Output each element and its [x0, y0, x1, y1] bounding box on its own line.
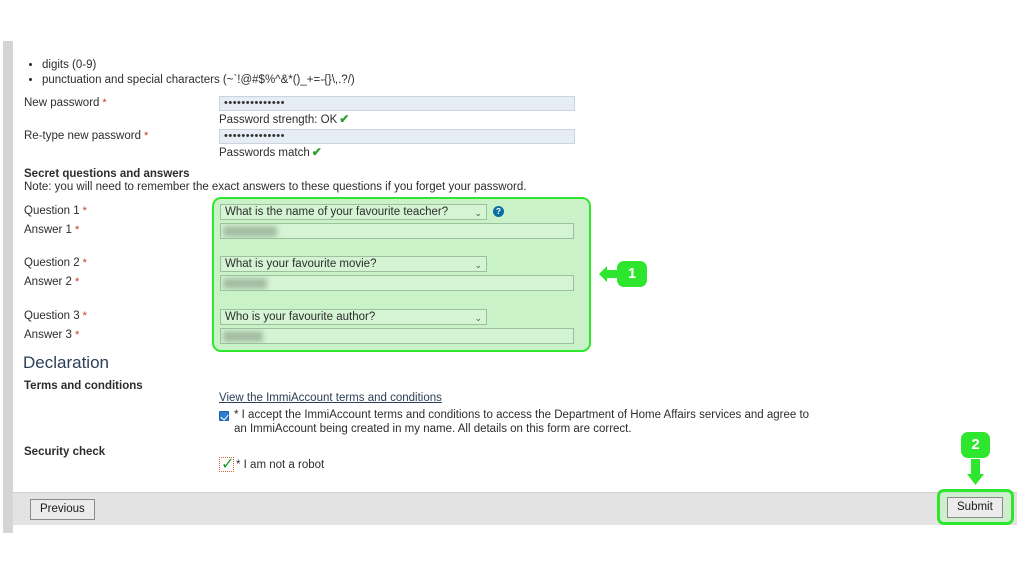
password-strength-hint: Password strength: OK ✔ [219, 112, 350, 126]
required-marker: * [74, 329, 80, 341]
previous-button[interactable]: Previous [30, 499, 95, 520]
annotation-badge-2: 2 [961, 432, 990, 458]
submit-button[interactable]: Submit [947, 497, 1003, 518]
form-footer-bar [13, 492, 1017, 525]
required-marker: * [74, 224, 80, 236]
required-marker: * [82, 257, 87, 269]
passwords-match-hint: Passwords match ✔ [219, 145, 322, 159]
password-rules-list: digits (0-9) punctuation and special cha… [24, 58, 355, 88]
not-a-robot-label: * I am not a robot [236, 459, 325, 471]
redacted-answer [223, 226, 277, 237]
redacted-answer [223, 331, 263, 342]
annotation-arrow-2 [967, 459, 984, 485]
password-rule-item: digits (0-9) [42, 58, 355, 73]
check-icon: ✔ [339, 112, 350, 126]
redacted-answer [223, 278, 267, 289]
required-marker: * [82, 205, 87, 217]
check-icon: ✔ [311, 145, 322, 159]
not-a-robot-checkbox[interactable]: ✓ [219, 454, 235, 473]
terms-and-conditions-label: Terms and conditions [24, 380, 143, 392]
question-3-select[interactable]: Who is your favourite author? ⌄ [220, 309, 487, 325]
secret-questions-heading: Secret questions and answers [24, 168, 190, 180]
answer-1-input[interactable] [220, 223, 574, 239]
required-marker: * [74, 276, 80, 288]
retype-password-label: Re-type new password * [24, 130, 149, 142]
new-password-label: New password * [24, 97, 107, 109]
declaration-heading: Declaration [23, 353, 109, 372]
question-2-label: Question 2 * [24, 257, 87, 269]
answer-2-input[interactable] [220, 275, 574, 291]
chevron-down-icon: ⌄ [474, 208, 482, 218]
terms-and-conditions-link[interactable]: View the ImmiAccount terms and condition… [219, 392, 442, 404]
accept-terms-checkbox[interactable] [219, 411, 229, 421]
accept-terms-text: * I accept the ImmiAccount terms and con… [234, 409, 810, 435]
chevron-down-icon: ⌄ [474, 313, 482, 323]
retype-password-input[interactable]: •••••••••••••• [219, 129, 575, 144]
question-3-label: Question 3 * [24, 310, 87, 322]
required-marker: * [82, 310, 87, 322]
check-icon: ✓ [221, 454, 235, 473]
required-marker: * [143, 130, 149, 142]
question-2-select[interactable]: What is your favourite movie? ⌄ [220, 256, 487, 272]
help-icon[interactable]: ? [493, 206, 504, 217]
answer-2-label: Answer 2 * [24, 276, 80, 288]
secret-questions-note: Note: you will need to remember the exac… [24, 181, 527, 193]
question-1-label: Question 1 * [24, 205, 87, 217]
password-rule-item: punctuation and special characters (~`!@… [42, 73, 355, 88]
new-password-input[interactable]: •••••••••••••• [219, 96, 575, 111]
answer-3-input[interactable] [220, 328, 574, 344]
question-1-select[interactable]: What is the name of your favourite teach… [220, 204, 487, 220]
chevron-down-icon: ⌄ [474, 260, 482, 270]
page-gutter [3, 41, 13, 533]
required-marker: * [102, 97, 107, 109]
security-check-heading: Security check [24, 446, 106, 458]
answer-1-label: Answer 1 * [24, 224, 80, 236]
annotation-badge-1: 1 [617, 261, 647, 287]
answer-3-label: Answer 3 * [24, 329, 80, 341]
browser-page: digits (0-9) punctuation and special cha… [0, 0, 1024, 576]
